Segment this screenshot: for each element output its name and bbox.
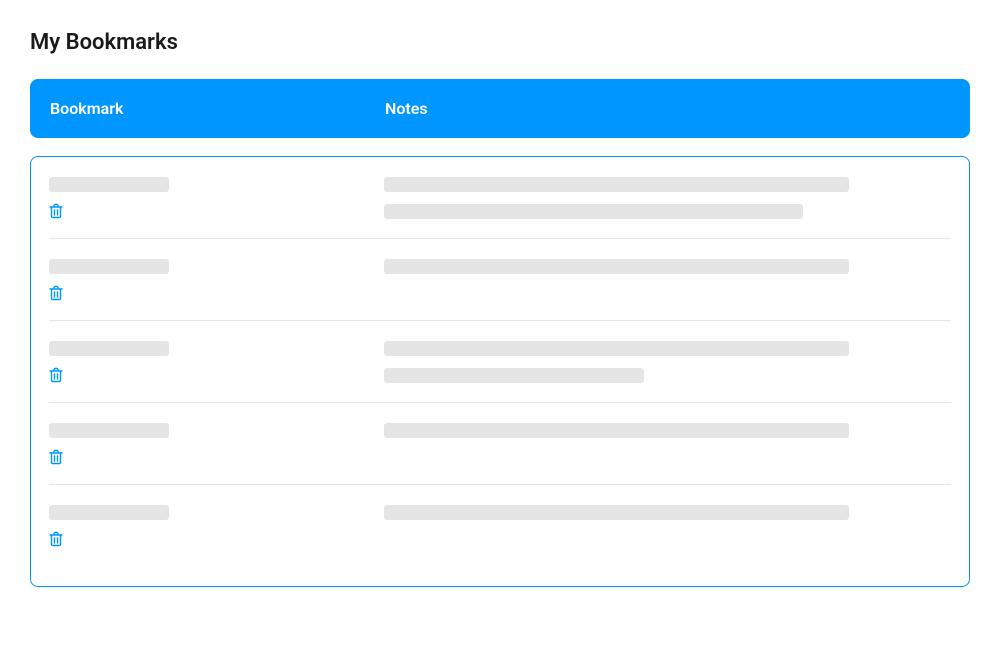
bookmark-cell: [49, 341, 384, 384]
skeleton-line: [384, 423, 849, 438]
skeleton-title: [49, 259, 169, 274]
table-row: [49, 403, 951, 485]
table-row: [49, 157, 951, 239]
notes-cell: [384, 259, 951, 302]
delete-button[interactable]: [49, 202, 65, 220]
column-header-notes: Notes: [385, 99, 950, 118]
skeleton-title: [49, 341, 169, 356]
delete-button[interactable]: [49, 448, 65, 466]
page-title: My Bookmarks: [30, 30, 970, 55]
skeleton-title: [49, 505, 169, 520]
table-header: Bookmark Notes: [30, 79, 970, 138]
table-row: [49, 321, 951, 403]
trash-icon: [49, 449, 63, 465]
bookmarks-panel: [30, 156, 970, 587]
notes-cell: [384, 505, 951, 548]
skeleton-title: [49, 423, 169, 438]
notes-cell: [384, 423, 951, 466]
skeleton-line: [384, 368, 644, 383]
skeleton-line: [384, 505, 849, 520]
skeleton-line: [384, 177, 849, 192]
skeleton-title: [49, 177, 169, 192]
bookmark-cell: [49, 259, 384, 302]
trash-icon: [49, 285, 63, 301]
trash-icon: [49, 203, 63, 219]
delete-button[interactable]: [49, 284, 65, 302]
bookmark-cell: [49, 423, 384, 466]
skeleton-line: [384, 259, 849, 274]
notes-cell: [384, 177, 951, 220]
table-row: [49, 485, 951, 566]
column-header-bookmark: Bookmark: [50, 99, 385, 118]
trash-icon: [49, 367, 63, 383]
delete-button[interactable]: [49, 366, 65, 384]
skeleton-line: [384, 341, 849, 356]
notes-cell: [384, 341, 951, 384]
delete-button[interactable]: [49, 530, 65, 548]
table-row: [49, 239, 951, 321]
skeleton-line: [384, 204, 803, 219]
bookmark-cell: [49, 177, 384, 220]
trash-icon: [49, 531, 63, 547]
bookmark-cell: [49, 505, 384, 548]
